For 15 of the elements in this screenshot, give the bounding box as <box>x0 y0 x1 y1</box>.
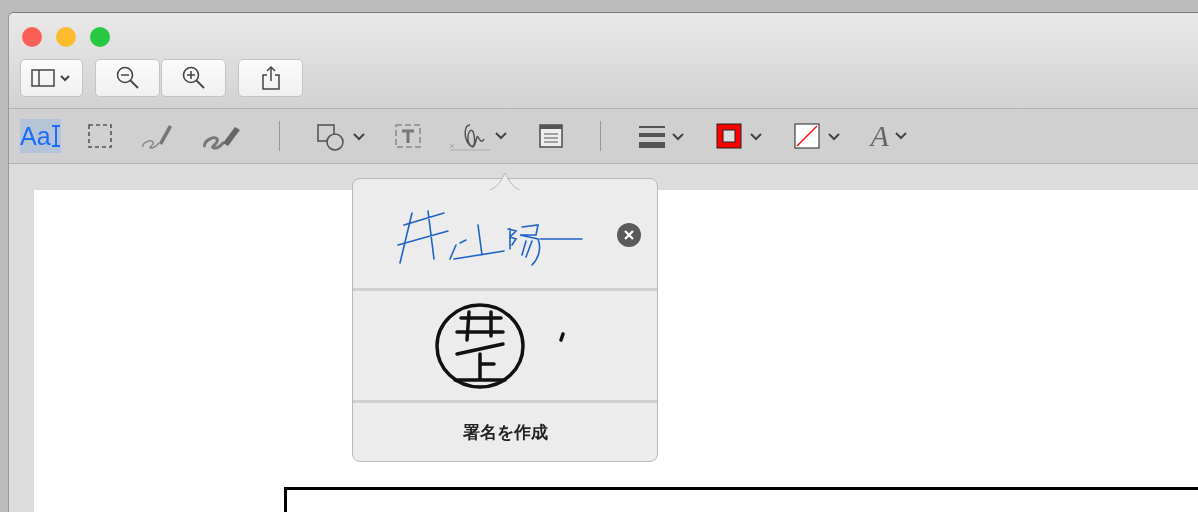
zoom-out-icon <box>114 65 141 91</box>
chevron-down-icon <box>894 132 907 140</box>
share-button[interactable] <box>238 59 303 97</box>
zoom-in-icon <box>180 65 207 91</box>
sidebar-button[interactable] <box>20 59 83 97</box>
close-icon <box>623 229 635 241</box>
create-signature-button[interactable]: 署名を作成 <box>353 403 657 461</box>
zoom-in-button[interactable] <box>161 59 226 97</box>
close-button[interactable] <box>22 27 42 47</box>
text-selection-tool[interactable]: Aa <box>20 119 61 153</box>
text-cursor-icon <box>50 123 61 149</box>
font-tool[interactable]: A <box>870 119 907 153</box>
zoom-out-button[interactable] <box>95 59 160 97</box>
share-icon <box>259 65 282 91</box>
delete-button[interactable] <box>617 223 641 247</box>
